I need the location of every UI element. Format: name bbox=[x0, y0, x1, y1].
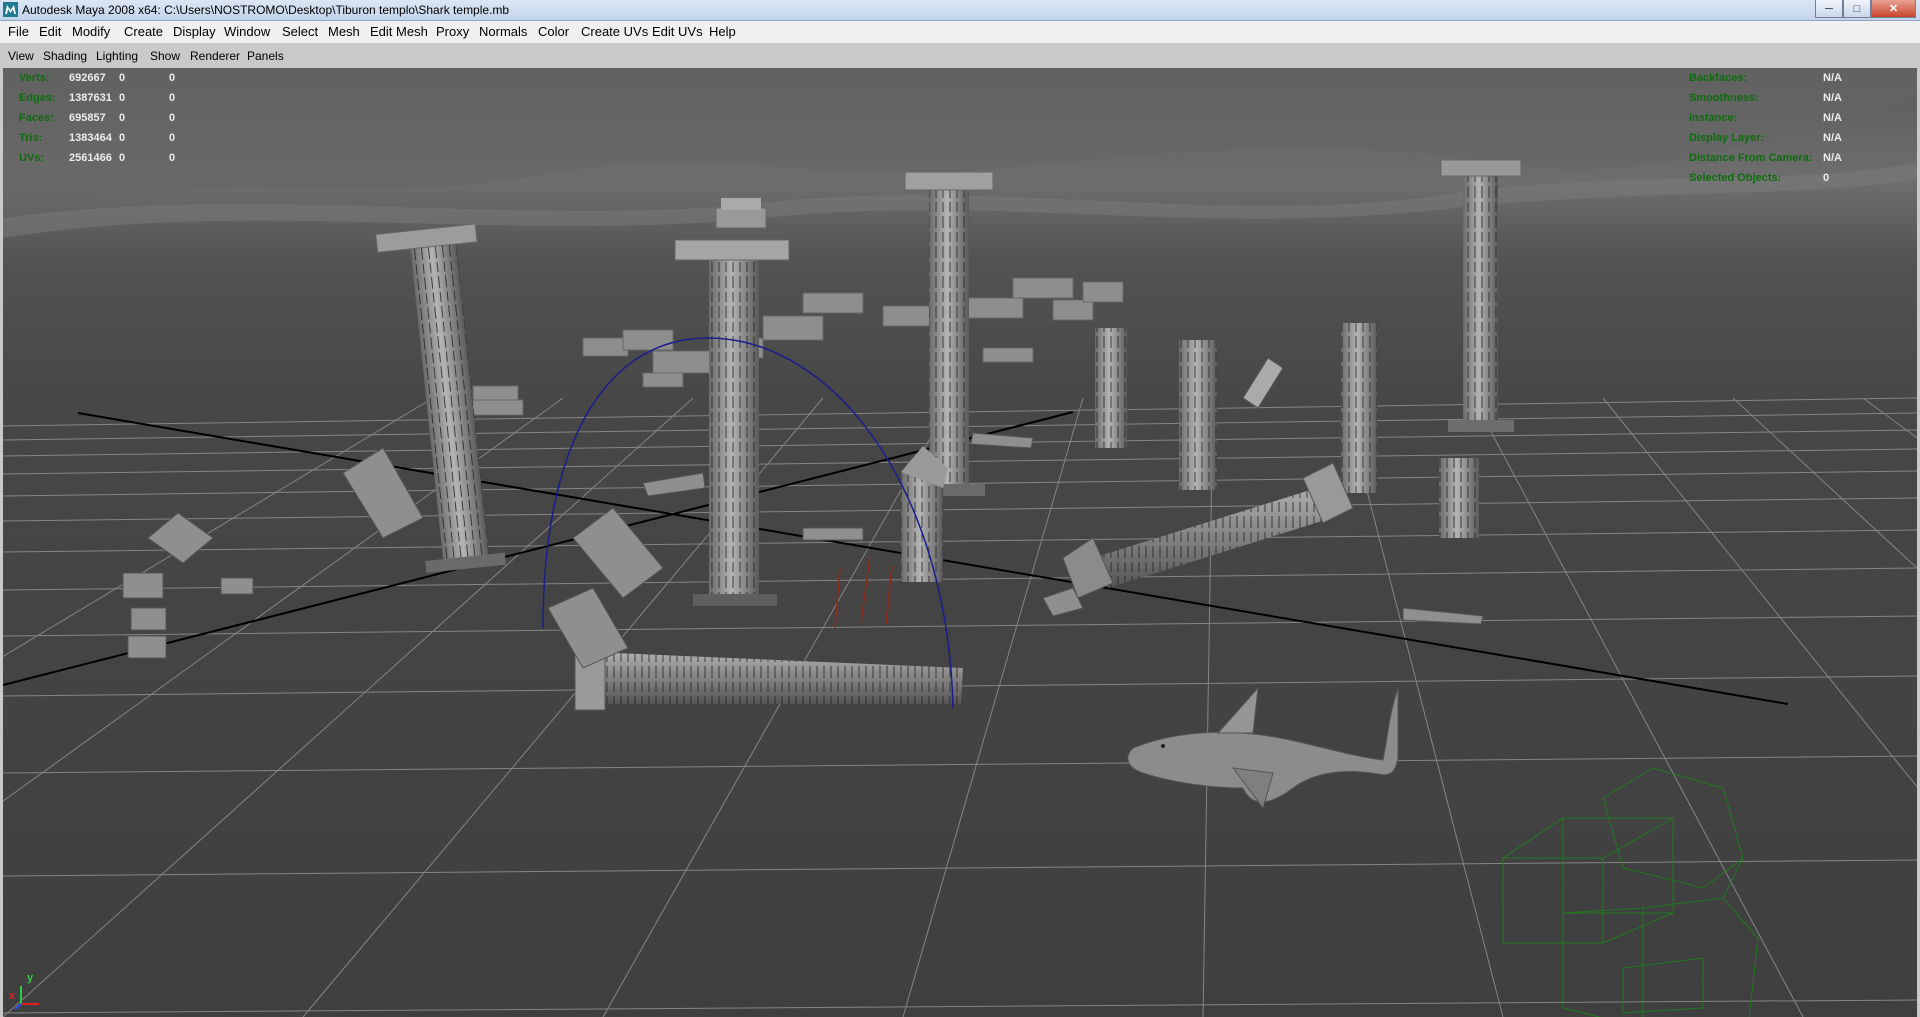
scene-render bbox=[3, 68, 1917, 1017]
hud-uvs-selected: 0 bbox=[119, 152, 126, 164]
hud-tris-label: Tris: bbox=[19, 132, 43, 144]
hud-distance-label: Distance From Camera: bbox=[1689, 152, 1813, 164]
menu-create[interactable]: Create bbox=[124, 24, 163, 39]
hud-verts-components: 0 bbox=[169, 72, 176, 84]
hud-instance-label: Instance: bbox=[1689, 112, 1738, 124]
hud-uvs-components: 0 bbox=[169, 152, 176, 164]
menu-modify[interactable]: Modify bbox=[72, 24, 110, 39]
menu-normals[interactable]: Normals bbox=[479, 24, 527, 39]
hud-tris-selected: 0 bbox=[119, 132, 126, 144]
panel-menu-panels[interactable]: Panels bbox=[247, 49, 284, 63]
hud-tris-total: 1383464 bbox=[69, 132, 112, 144]
panel-menu-renderer[interactable]: Renderer bbox=[190, 49, 240, 63]
panel-menu-lighting[interactable]: Lighting bbox=[96, 49, 138, 63]
hud-display-layer-value: N/A bbox=[1823, 132, 1842, 144]
minimize-icon[interactable]: ─ bbox=[1815, 0, 1843, 18]
perspective-viewport-panel: View Shading Lighting Show Renderer Pane… bbox=[0, 44, 1920, 1017]
menu-mesh[interactable]: Mesh bbox=[328, 24, 360, 39]
hud-verts-label: Verts: bbox=[19, 72, 50, 84]
hud-distance-value: N/A bbox=[1823, 152, 1842, 164]
hud-tris-components: 0 bbox=[169, 132, 176, 144]
hud-uvs-label: UVs: bbox=[19, 152, 45, 164]
menu-select[interactable]: Select bbox=[282, 24, 318, 39]
menu-help[interactable]: Help bbox=[709, 24, 736, 39]
menu-edit[interactable]: Edit bbox=[39, 24, 61, 39]
hud-display-layer-label: Display Layer: bbox=[1689, 132, 1765, 144]
hud-verts-total: 692667 bbox=[69, 72, 106, 84]
hud-edges-selected: 0 bbox=[119, 92, 126, 104]
axis-x-label: x bbox=[9, 990, 16, 1002]
menu-proxy[interactable]: Proxy bbox=[436, 24, 469, 39]
menu-window[interactable]: Window bbox=[224, 24, 270, 39]
hud-instance-value: N/A bbox=[1823, 112, 1842, 124]
hud-faces-selected: 0 bbox=[119, 112, 126, 124]
panel-menu-view[interactable]: View bbox=[8, 49, 34, 63]
menu-edit-uvs[interactable]: Edit UVs bbox=[652, 24, 703, 39]
3d-scene-view[interactable]: Verts: 692667 0 0 Edges: 1387631 0 0 Fac… bbox=[3, 68, 1917, 1017]
hud-verts-selected: 0 bbox=[119, 72, 126, 84]
axis-y-label: y bbox=[27, 972, 34, 984]
panel-menu-shading[interactable]: Shading bbox=[43, 49, 87, 63]
hud-backfaces-label: Backfaces: bbox=[1689, 72, 1748, 84]
column-back-left-top bbox=[715, 198, 767, 229]
menu-display[interactable]: Display bbox=[173, 24, 216, 39]
hud-edges-total: 1387631 bbox=[69, 92, 112, 104]
hud-faces-label: Faces: bbox=[19, 112, 54, 124]
menu-create-uvs[interactable]: Create UVs bbox=[581, 24, 648, 39]
hud-backfaces-value: N/A bbox=[1823, 72, 1842, 84]
panel-menubar: View Shading Lighting Show Renderer Pane… bbox=[3, 47, 1917, 67]
menu-edit-mesh[interactable]: Edit Mesh bbox=[370, 24, 428, 39]
hud-edges-label: Edges: bbox=[19, 92, 56, 104]
hud-faces-total: 695857 bbox=[69, 112, 106, 124]
broken-column-center bbox=[901, 446, 948, 582]
hud-smoothness-value: N/A bbox=[1823, 92, 1842, 104]
hud-selected-objects-label: Selected Objects: bbox=[1689, 172, 1782, 184]
hud-selected-objects-value: 0 bbox=[1823, 172, 1830, 184]
window-titlebar: Autodesk Maya 2008 x64: C:\Users\NOSTROM… bbox=[0, 0, 1920, 21]
close-icon[interactable]: ✕ bbox=[1871, 0, 1916, 18]
panel-menu-show[interactable]: Show bbox=[150, 49, 180, 63]
hud-faces-components: 0 bbox=[169, 112, 176, 124]
hud-smoothness-label: Smoothness: bbox=[1689, 92, 1759, 104]
maya-app-icon bbox=[3, 2, 18, 17]
hud-uvs-total: 2561466 bbox=[69, 152, 112, 164]
maximize-icon[interactable]: □ bbox=[1843, 0, 1871, 18]
hud-edges-components: 0 bbox=[169, 92, 176, 104]
main-menubar: File Edit Modify Create Display Window S… bbox=[0, 21, 1920, 44]
window-title: Autodesk Maya 2008 x64: C:\Users\NOSTROM… bbox=[22, 3, 510, 17]
menu-color[interactable]: Color bbox=[538, 24, 569, 39]
menu-file[interactable]: File bbox=[8, 24, 29, 39]
